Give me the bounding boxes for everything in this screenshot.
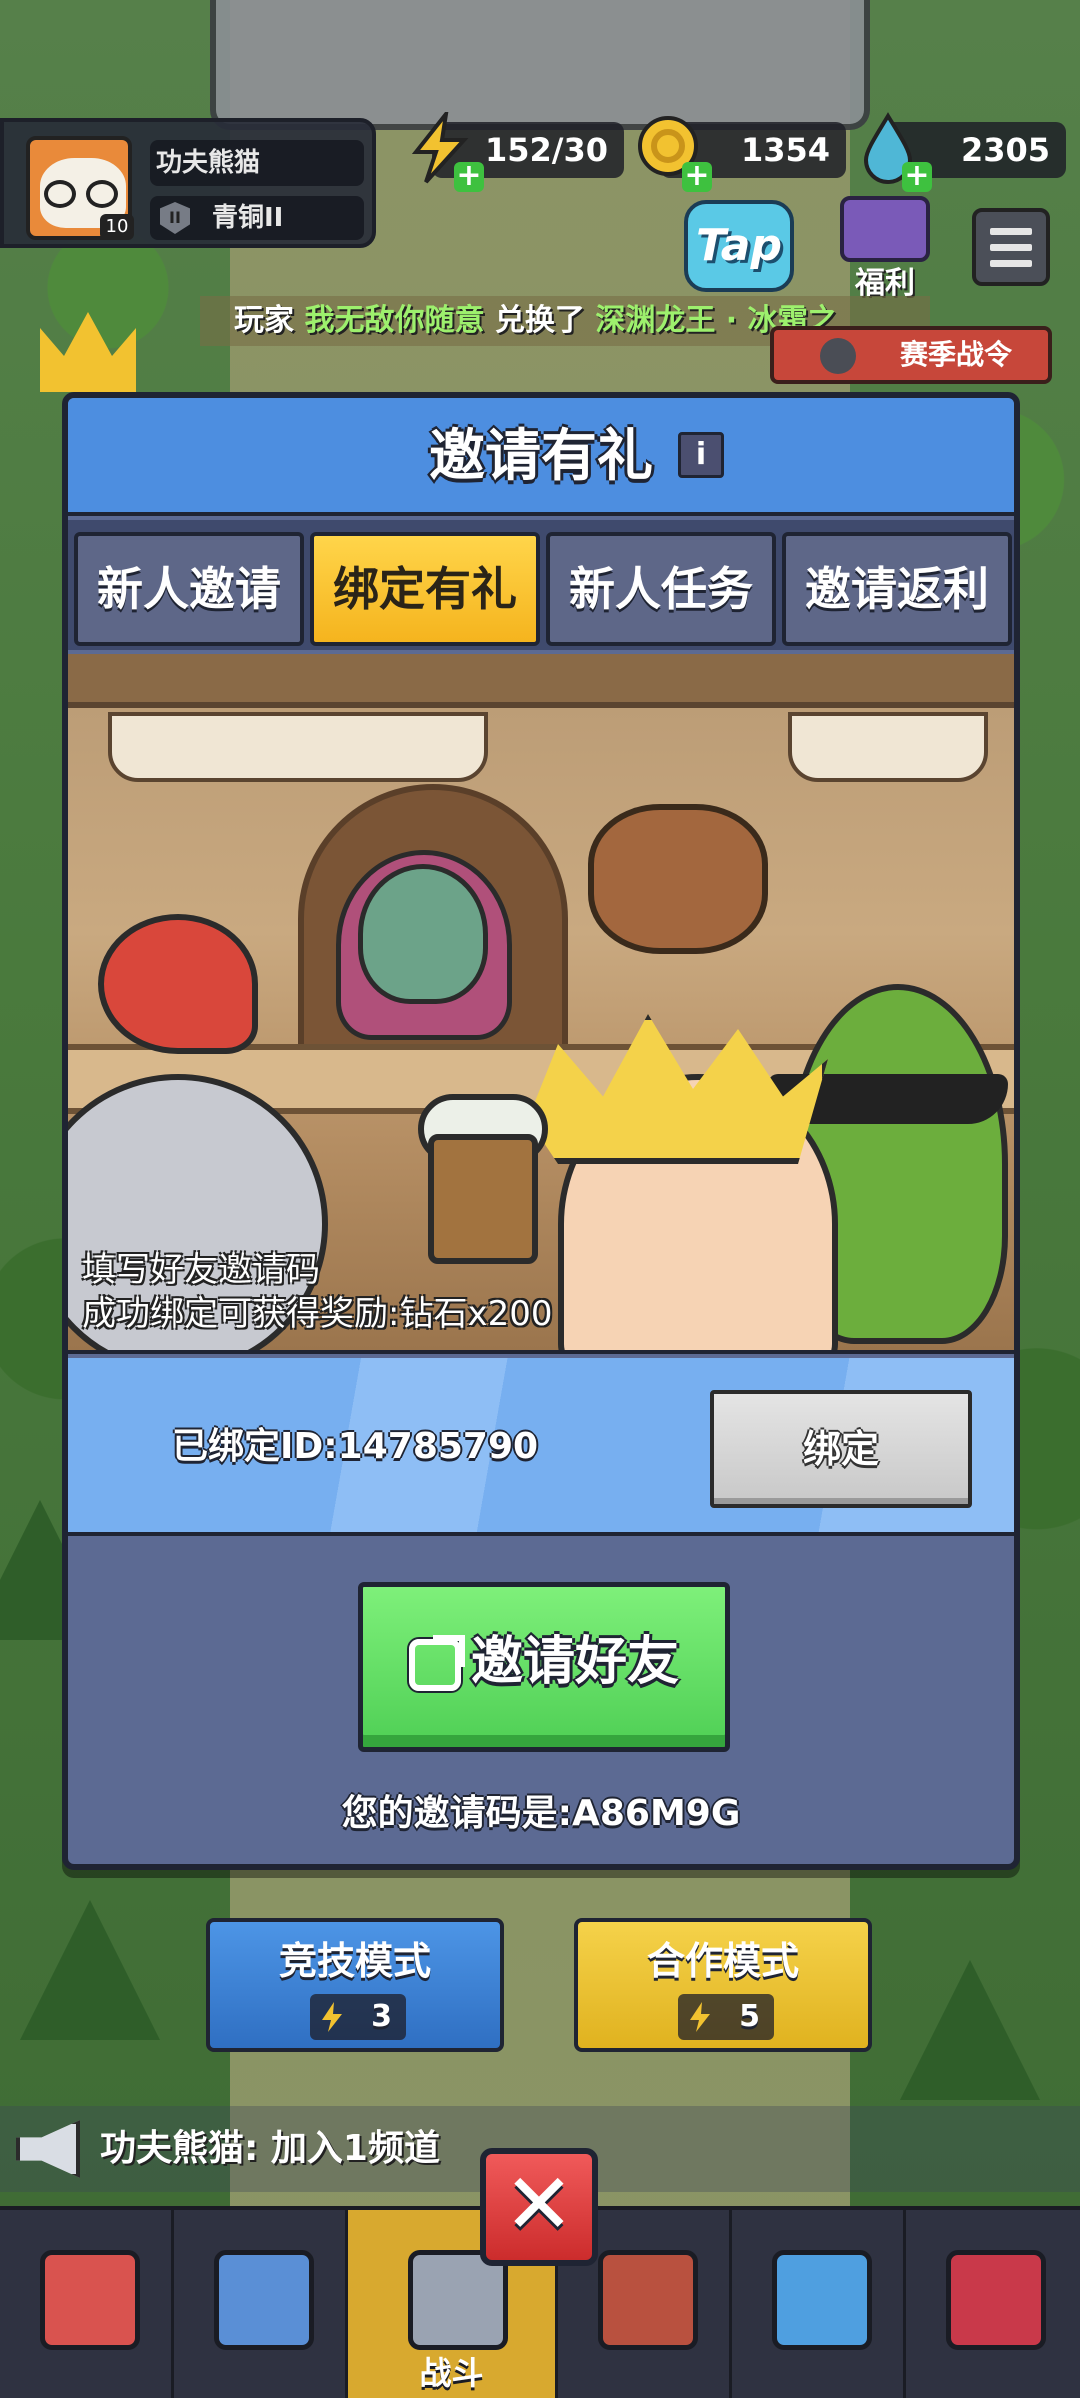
- diamond-value: 2305: [960, 131, 1050, 169]
- gold-counter[interactable]: + 1354: [638, 116, 846, 192]
- invite-modal: 邀请有礼 i 新人邀请 绑定有礼 新人任务 邀请返利 填写好友邀请码 成功绑定可…: [62, 392, 1020, 1870]
- add-energy-icon[interactable]: +: [454, 161, 484, 192]
- rank-box: II 青铜II: [150, 196, 364, 240]
- cards-icon: [214, 2250, 314, 2350]
- trophy-icon: [598, 2250, 698, 2350]
- background-castle: [210, 0, 870, 130]
- info-icon[interactable]: i: [678, 432, 724, 478]
- modal-title: 邀请有礼: [429, 424, 653, 489]
- season-pass-button[interactable]: 赛季战令: [770, 326, 1052, 384]
- menu-button[interactable]: [972, 208, 1050, 286]
- scene-beam: [68, 654, 1014, 708]
- tab-invite-rebate[interactable]: 邀请返利: [782, 532, 1012, 646]
- coop-mode-label: 合作模式: [646, 1939, 799, 1983]
- nav-guild[interactable]: [906, 2210, 1080, 2398]
- guild-banner-icon: [946, 2250, 1046, 2350]
- season-pass-label: 赛季战令: [900, 338, 1013, 371]
- close-icon[interactable]: ✕: [480, 2148, 598, 2266]
- rank-label: 青铜II: [212, 203, 284, 233]
- background-tree: [20, 1900, 160, 2040]
- competitive-mode-label: 竞技模式: [278, 1939, 431, 1983]
- hamburger-icon: [990, 244, 1032, 251]
- modal-tabs: 新人邀请 绑定有礼 新人任务 邀请返利: [68, 520, 1014, 650]
- invite-friends-label: 邀请好友: [470, 1632, 679, 1692]
- invite-code-label: 您的邀请码是:A86M9G: [341, 1793, 741, 1834]
- nav-battle-label: 战斗: [419, 2354, 484, 2392]
- share-icon: [408, 1635, 465, 1691]
- tavern-illustration: 填写好友邀请码 成功绑定可获得奖励:钻石x200: [68, 654, 1014, 1354]
- ticker-prefix: 玩家: [234, 303, 294, 338]
- nav-shop[interactable]: [0, 2210, 174, 2398]
- rank-shield-icon: II: [160, 202, 190, 234]
- bind-button[interactable]: 绑定: [710, 1390, 972, 1508]
- add-gold-icon[interactable]: +: [682, 161, 712, 192]
- goblin-bartender: [358, 864, 488, 1004]
- barrel: [588, 804, 768, 954]
- caption-line-1: 填写好友邀请码: [82, 1250, 320, 1290]
- player-name: 功夫熊猫: [150, 140, 364, 186]
- glasses-icon: [44, 180, 76, 208]
- energy-value: 152/30: [484, 131, 608, 169]
- player-level-badge: 10: [100, 214, 134, 240]
- bind-panel: 已绑定ID:14785790 绑定: [68, 1358, 1014, 1536]
- nav-cards[interactable]: [174, 2210, 348, 2398]
- hamburger-icon: [990, 228, 1032, 235]
- tab-new-player-tasks[interactable]: 新人任务: [546, 532, 776, 646]
- beer-mug: [428, 1134, 538, 1264]
- coop-mode-button[interactable]: 合作模式 5: [574, 1918, 872, 2052]
- tab-new-player-invite[interactable]: 新人邀请: [74, 532, 304, 646]
- tap-button[interactable]: Tap: [684, 200, 794, 292]
- energy-counter[interactable]: + 152/30: [411, 112, 624, 192]
- scene-awning: [788, 712, 988, 782]
- ticker-player: 我无敌你随意: [304, 303, 485, 338]
- invite-friends-button[interactable]: 邀请好友: [358, 1582, 730, 1752]
- nav-social[interactable]: [732, 2210, 906, 2398]
- competitive-mode-cost: 3: [310, 1994, 406, 2040]
- bound-id-label: 已绑定ID:14785790: [172, 1426, 539, 1467]
- add-diamond-icon[interactable]: +: [902, 161, 932, 192]
- pause-icon: [820, 338, 856, 374]
- gold-value: 1354: [740, 131, 830, 169]
- reward-caption: 填写好友邀请码 成功绑定可获得奖励:钻石x200: [82, 1248, 552, 1336]
- welfare-button[interactable]: 福利: [830, 196, 940, 301]
- background-tree: [900, 1960, 1040, 2100]
- caption-line-2: 成功绑定可获得奖励:钻石x200: [82, 1294, 553, 1334]
- red-haired-character: [98, 914, 258, 1054]
- diamond-counter[interactable]: + 2305: [863, 112, 1066, 192]
- hamburger-icon: [990, 260, 1032, 267]
- shop-icon: [40, 2250, 140, 2350]
- coop-mode-cost: 5: [678, 1994, 774, 2040]
- glasses-icon: [86, 180, 118, 208]
- speaker-icon: [16, 2120, 80, 2178]
- ticker-action: 兑换了: [494, 303, 585, 338]
- competitive-mode-button[interactable]: 竞技模式 3: [206, 1918, 504, 2052]
- friends-icon: [772, 2250, 872, 2350]
- tab-bind-reward[interactable]: 绑定有礼: [310, 532, 540, 646]
- scene-awning: [108, 712, 488, 782]
- player-card[interactable]: 10 功夫熊猫 II 青铜II: [0, 118, 376, 248]
- gift-box-icon: [840, 196, 930, 262]
- chat-message: 功夫熊猫: 加入1频道: [100, 2128, 440, 2169]
